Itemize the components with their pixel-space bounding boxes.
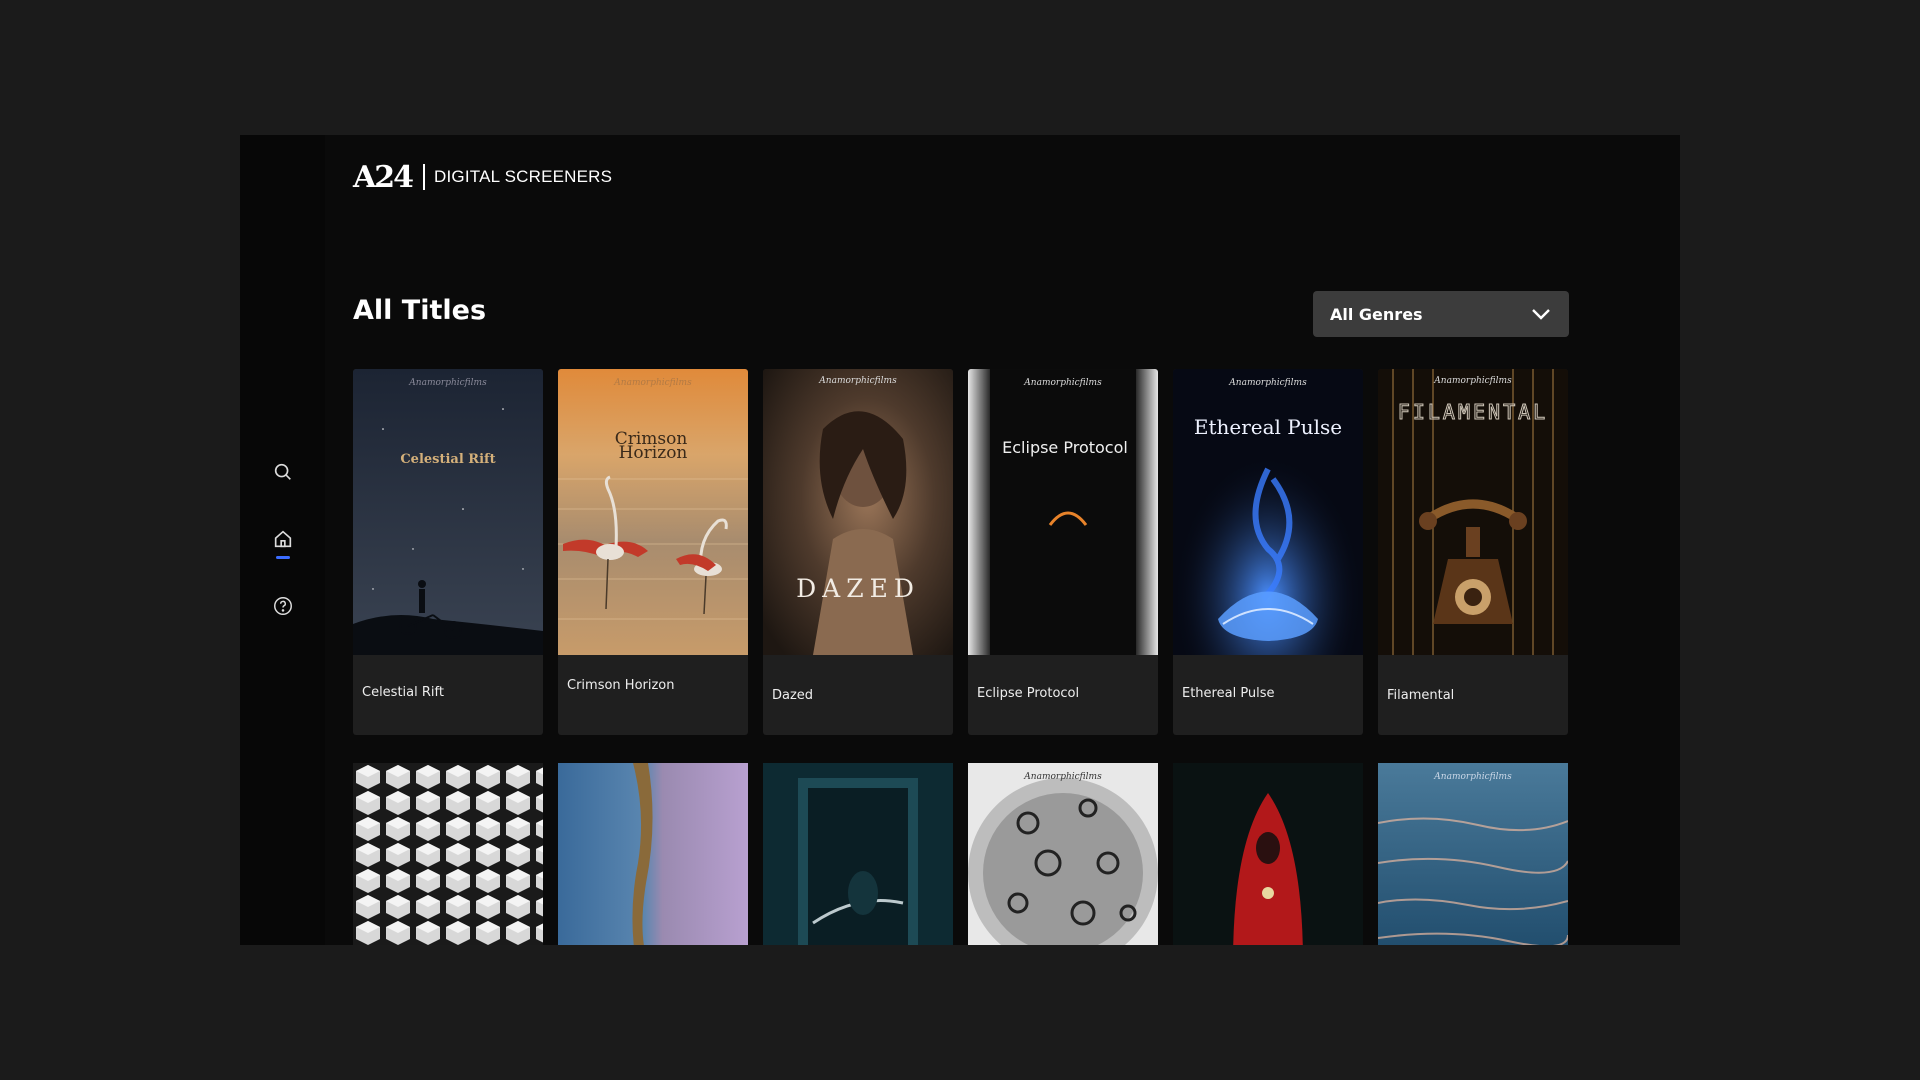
poster-title: Eclipse Protocol (1002, 438, 1128, 457)
title-card[interactable]: Anamorphicfilms DAZED Dazed (763, 369, 953, 735)
poster-image: Anamorphicfilms Crimson Horizon (558, 369, 748, 655)
a24-logo: A24 (353, 159, 414, 195)
sidebar-item-help[interactable] (268, 591, 298, 621)
poster-title: FILAMENTAL (1398, 400, 1548, 424)
poster-title: DAZED (796, 574, 920, 603)
poster-title: Celestial Rift (400, 452, 495, 467)
help-icon (274, 597, 292, 615)
poster-brand: Anamorphicfilms (818, 376, 897, 386)
poster-brand: Anamorphicfilms (408, 378, 487, 388)
poster-image (558, 763, 748, 945)
logo-divider (423, 164, 426, 190)
sidebar (240, 135, 325, 945)
card-title: Ethereal Pulse (1182, 686, 1275, 701)
home-icon (274, 530, 292, 548)
title-card[interactable] (763, 763, 953, 945)
poster-image (763, 763, 953, 945)
poster-image: Anamorphicfilms Ethereal Pulse (1173, 369, 1363, 655)
active-indicator (276, 556, 290, 559)
card-title: Eclipse Protocol (977, 686, 1080, 701)
genre-filter-value: All Genres (1330, 304, 1423, 324)
poster-image: Anamorphicfilms Eclipse Protocol (968, 369, 1158, 655)
sidebar-item-search[interactable] (268, 457, 298, 487)
title-card[interactable]: Anamorphicfilms Celestial Rift Celestial… (353, 369, 543, 735)
poster-brand: Anamorphicfilms (1433, 376, 1512, 386)
search-icon (274, 463, 291, 480)
logo-subtitle: DIGITAL SCREENERS (434, 167, 613, 186)
title-card[interactable]: Anamorphicfilms (968, 763, 1158, 945)
poster-image (353, 763, 543, 945)
poster-brand: Anamorphicfilms (1023, 772, 1102, 782)
title-card[interactable] (353, 763, 543, 945)
poster-image: Anamorphicfilms Celestial Rift (353, 369, 543, 655)
sidebar-item-home[interactable] (268, 524, 298, 559)
card-title: Dazed (772, 688, 814, 703)
chevron-down-icon (1532, 309, 1550, 320)
poster-brand: Anamorphicfilms (1228, 378, 1307, 388)
card-title: Crimson Horizon (567, 678, 675, 693)
poster-image: Anamorphicfilms FILAMENTAL (1378, 369, 1568, 655)
poster-title: Ethereal Pulse (1194, 415, 1342, 439)
poster-brand: Anamorphicfilms (613, 378, 692, 388)
title-card[interactable]: Anamorphicfilms Crimson Horizon Crimson … (558, 369, 748, 735)
card-title: Celestial Rift (362, 685, 444, 700)
header-logo[interactable]: A24 DIGITAL SCREENERS (353, 157, 612, 197)
title-card[interactable]: Anamorphicfilms FILAMENTAL Filamental (1378, 369, 1568, 735)
app-window: A24 DIGITAL SCREENERS All Titles All Gen… (240, 135, 1680, 945)
poster-title-line2: Horizon (619, 443, 688, 463)
genre-filter-select[interactable]: All Genres (1313, 291, 1569, 337)
title-card[interactable] (1173, 763, 1363, 945)
poster-image: Anamorphicfilms DAZED (763, 369, 953, 655)
page-title: All Titles (353, 295, 487, 326)
poster-image: Anamorphicfilms (1378, 763, 1568, 945)
poster-brand: Anamorphicfilms (1433, 772, 1512, 782)
poster-image: Anamorphicfilms (968, 763, 1158, 945)
title-card[interactable]: Anamorphicfilms (1378, 763, 1568, 945)
poster-image (1173, 763, 1363, 945)
poster-brand: Anamorphicfilms (1023, 378, 1102, 388)
card-title: Filamental (1387, 688, 1455, 703)
title-card[interactable] (558, 763, 748, 945)
title-card[interactable]: Anamorphicfilms Eclipse Protocol Eclipse… (968, 369, 1158, 735)
title-card[interactable]: Anamorphicfilms Ethereal Pulse Ethereal … (1173, 369, 1363, 735)
